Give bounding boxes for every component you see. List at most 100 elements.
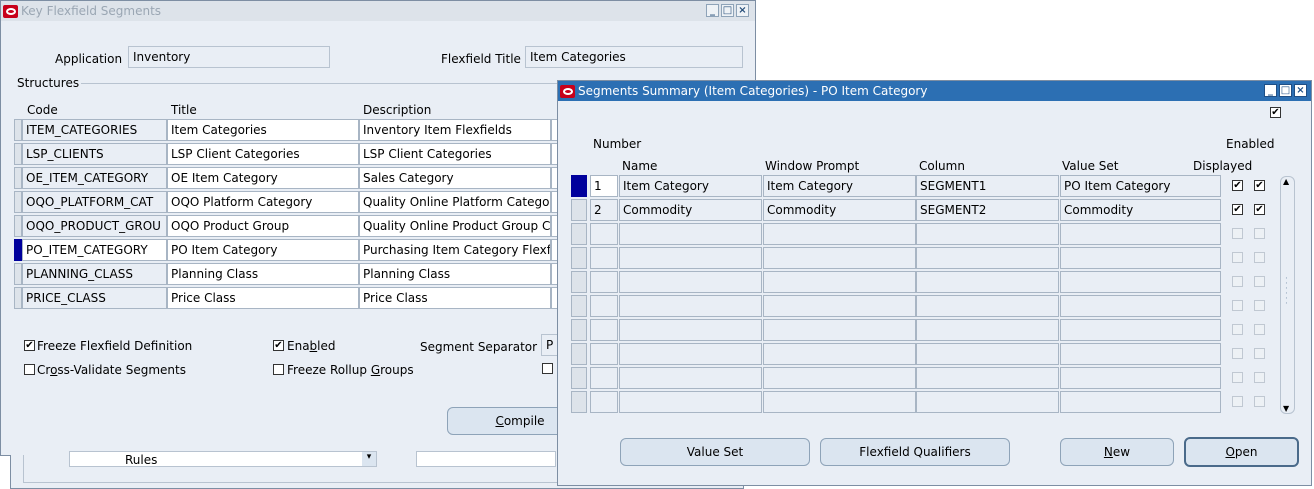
enabled-checkbox[interactable]: ✔ [1254,204,1265,215]
value-set-cell[interactable]: PO Item Category [1060,175,1221,197]
maximize-icon[interactable]: □ [721,4,734,17]
close-icon[interactable]: × [1294,84,1307,97]
title-cell[interactable]: OQO Product Group [167,215,359,237]
displayed-checkbox[interactable] [1232,324,1243,335]
enabled-checkbox[interactable] [1254,324,1265,335]
number-cell[interactable] [590,367,618,389]
code-cell[interactable]: PO_ITEM_CATEGORY [22,239,167,261]
vertical-scrollbar[interactable]: ▲ · · · · · · ▼ [1280,176,1295,414]
enabled-checkbox[interactable] [1254,300,1265,311]
window-prompt-cell[interactable] [763,223,916,245]
name-cell[interactable] [619,343,762,365]
row-indicator[interactable] [571,343,587,365]
enabled-checkbox[interactable] [1254,252,1265,263]
scroll-up-icon[interactable]: ▲ [1283,177,1289,186]
column-cell[interactable] [916,247,1059,269]
displayed-checkbox[interactable] [1232,276,1243,287]
row-indicator[interactable] [14,263,22,285]
column-cell[interactable]: SEGMENT2 [916,199,1059,221]
open-button[interactable]: Open [1184,437,1299,467]
left-titlebar[interactable]: Key Flexfield Segments _ □ × [1,1,755,21]
row-indicator[interactable] [14,239,22,261]
row-indicator[interactable] [571,175,587,197]
minimize-icon[interactable]: _ [1264,84,1277,97]
row-indicator[interactable] [571,319,587,341]
window-prompt-cell[interactable] [763,343,916,365]
value-set-cell[interactable] [1060,343,1221,365]
displayed-checkbox[interactable] [1232,252,1243,263]
description-cell[interactable]: Sales Category [359,167,551,189]
application-field[interactable]: Inventory [128,46,330,68]
displayed-checkbox[interactable] [1232,228,1243,239]
row-indicator[interactable] [14,191,22,213]
window-prompt-cell[interactable] [763,367,916,389]
name-cell[interactable]: Item Category [619,175,762,197]
description-cell[interactable]: Planning Class [359,263,551,285]
maximize-icon[interactable]: □ [1279,84,1292,97]
title-cell[interactable]: Item Categories [167,119,359,141]
row-indicator[interactable] [571,367,587,389]
number-cell[interactable] [590,391,618,413]
row-indicator[interactable] [14,167,22,189]
dropdown-icon[interactable]: ▾ [362,452,376,466]
value-set-cell[interactable] [1060,295,1221,317]
displayed-checkbox[interactable] [1232,372,1243,383]
code-cell[interactable]: OE_ITEM_CATEGORY [22,167,167,189]
window-prompt-cell[interactable] [763,391,916,413]
column-cell[interactable]: SEGMENT1 [916,175,1059,197]
row-indicator[interactable] [571,295,587,317]
name-cell[interactable] [619,391,762,413]
description-cell[interactable]: Purchasing Item Category Flexfie [359,239,551,261]
row-indicator[interactable] [571,391,587,413]
column-cell[interactable] [916,319,1059,341]
name-cell[interactable] [619,271,762,293]
row-indicator[interactable] [571,271,587,293]
displayed-checkbox[interactable] [1232,348,1243,359]
code-cell[interactable]: PLANNING_CLASS [22,263,167,285]
scroll-grip-icon[interactable]: · · · · · · [1285,275,1288,309]
description-cell[interactable]: Inventory Item Flexfields [359,119,551,141]
value-set-cell[interactable] [1060,223,1221,245]
column-cell[interactable] [916,223,1059,245]
displayed-checkbox[interactable] [1232,300,1243,311]
row-indicator[interactable] [571,223,587,245]
row-indicator[interactable] [14,287,22,309]
name-cell[interactable] [619,223,762,245]
value-set-button[interactable]: Value Set [620,438,810,466]
cross-validate-checkbox[interactable] [24,364,35,375]
code-cell[interactable]: PRICE_CLASS [22,287,167,309]
title-cell[interactable]: OQO Platform Category [167,191,359,213]
freeze-rollup-checkbox[interactable] [273,364,284,375]
enabled-checkbox[interactable] [1254,228,1265,239]
name-cell[interactable] [619,247,762,269]
window-prompt-cell[interactable] [763,271,916,293]
number-cell[interactable] [590,247,618,269]
description-cell[interactable]: Quality Online Platform Category [359,191,551,213]
number-cell[interactable] [590,271,618,293]
window-prompt-cell[interactable]: Commodity [763,199,916,221]
rules-field[interactable]: Rules ▾ [69,451,377,467]
description-cell[interactable]: LSP Client Categories [359,143,551,165]
name-cell[interactable] [619,319,762,341]
enabled-checkbox[interactable] [1254,276,1265,287]
code-cell[interactable]: OQO_PRODUCT_GROU [22,215,167,237]
name-cell[interactable] [619,367,762,389]
scroll-down-icon[interactable]: ▼ [1283,404,1289,413]
new-button[interactable]: New [1060,438,1174,466]
minimize-icon[interactable]: _ [706,4,719,17]
displayed-checkbox[interactable]: ✔ [1232,204,1243,215]
window-prompt-cell[interactable]: Item Category [763,175,916,197]
enabled-checkbox[interactable] [1254,348,1265,359]
number-cell[interactable]: 2 [590,199,618,221]
code-cell[interactable]: OQO_PLATFORM_CAT [22,191,167,213]
row-indicator[interactable] [14,215,22,237]
column-cell[interactable] [916,343,1059,365]
title-cell[interactable]: Price Class [167,287,359,309]
title-cell[interactable]: Planning Class [167,263,359,285]
title-cell[interactable]: OE Item Category [167,167,359,189]
hidden-checkbox[interactable] [542,363,553,374]
value-set-cell[interactable] [1060,247,1221,269]
row-indicator[interactable] [14,119,22,141]
displayed-checkbox[interactable] [1232,396,1243,407]
enabled-checkbox[interactable]: ✔ [273,340,284,351]
